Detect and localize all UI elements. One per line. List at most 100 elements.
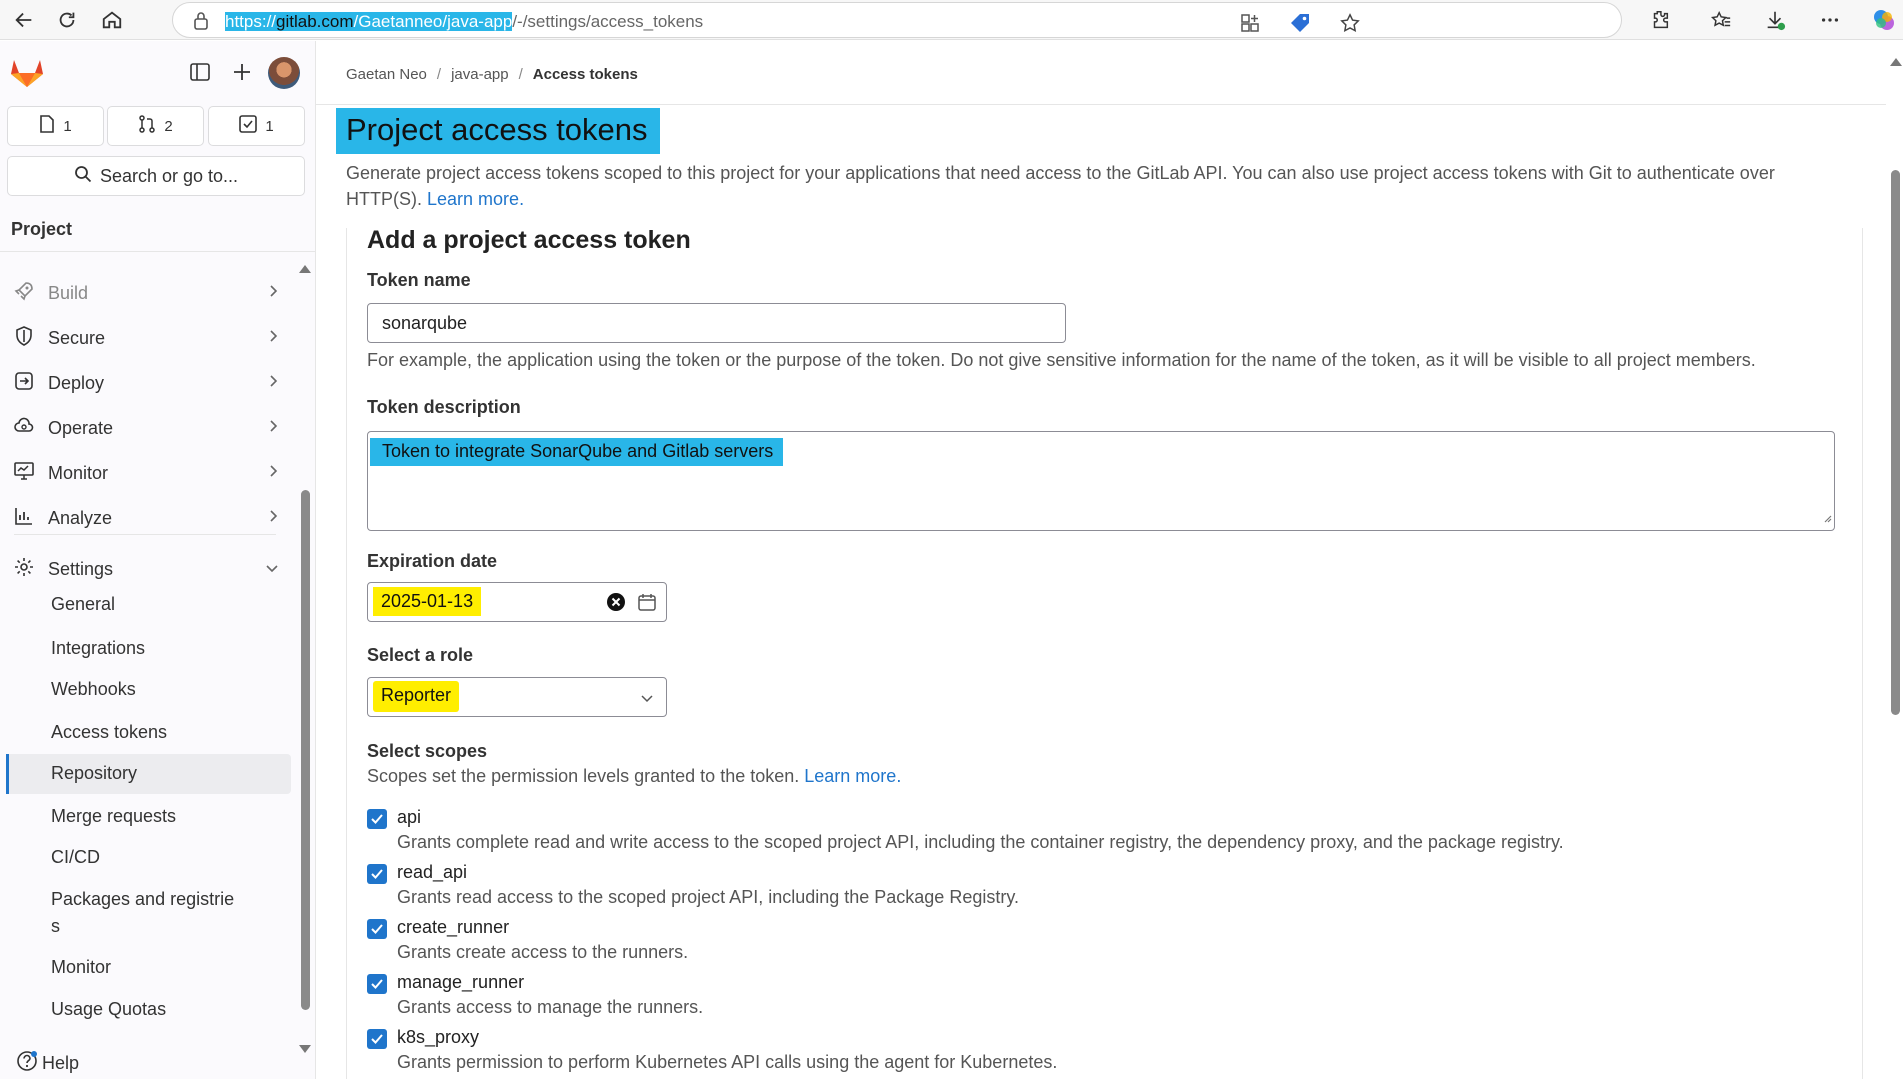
- breadcrumb-item-user[interactable]: Gaetan Neo: [346, 66, 427, 83]
- divider: [0, 251, 316, 252]
- chevron-down-icon: [264, 559, 280, 580]
- breadcrumb-item-project[interactable]: java-app: [451, 66, 509, 83]
- token-description-value: Token to integrate SonarQube and Gitlab …: [370, 438, 784, 466]
- sidebar-item-label: Packages and registrie: [51, 889, 235, 909]
- sidebar-item-label: Operate: [48, 417, 114, 438]
- sidebar-scrollbar[interactable]: [301, 490, 310, 1010]
- main-scrollbar[interactable]: [1891, 170, 1900, 715]
- sidebar-item-label: Deploy: [48, 372, 105, 393]
- scope-description: Grants access to manage the runners.: [397, 997, 704, 1017]
- sidebar-item-cicd[interactable]: CI/CD: [51, 847, 100, 868]
- merge-requests-count: 2: [164, 117, 173, 135]
- lock-icon[interactable]: [193, 11, 209, 36]
- browser-toolbar: https://gitlab.com/Gaetanneo/java-app/-/…: [0, 0, 1903, 40]
- sidebar-item-webhooks[interactable]: Webhooks: [51, 679, 136, 700]
- checkbox-checked-icon[interactable]: [367, 974, 387, 994]
- sidebar-item-analyze[interactable]: Analyze: [14, 500, 284, 536]
- active-indicator: [6, 754, 9, 794]
- issues-counter[interactable]: 1: [7, 106, 104, 146]
- sidebar-item-settings[interactable]: Settings: [14, 551, 284, 587]
- sidebar-item-general[interactable]: General: [51, 594, 115, 615]
- favorites-icon[interactable]: [1709, 8, 1733, 32]
- sidebar-item-access-tokens[interactable]: Access tokens: [51, 722, 167, 743]
- role-value: Reporter: [373, 681, 460, 712]
- sidebar-item-monitor-settings[interactable]: Monitor: [51, 957, 111, 978]
- app-available-icon[interactable]: [1238, 11, 1262, 35]
- sidebar-item-operate[interactable]: Operate: [14, 410, 284, 446]
- scope-name: manage_runner: [397, 972, 525, 992]
- breadcrumb-item-current[interactable]: Access tokens: [533, 66, 638, 83]
- chevron-right-icon: [268, 508, 280, 529]
- page-description: Generate project access tokens scoped to…: [346, 160, 1846, 212]
- resize-handle-icon[interactable]: [1822, 510, 1832, 528]
- coupon-tag-icon[interactable]: [1288, 11, 1312, 35]
- expiration-date-label: Expiration date: [367, 551, 498, 571]
- form-title: Add a project access token: [367, 226, 691, 254]
- role-label: Select a role: [367, 645, 474, 665]
- sidebar-item-monitor[interactable]: Monitor: [14, 455, 284, 491]
- todos-counter[interactable]: 1: [208, 106, 305, 146]
- rocket-icon: [14, 281, 34, 306]
- avatar[interactable]: [268, 57, 300, 89]
- breadcrumb-separator: /: [518, 66, 523, 83]
- token-description-textarea[interactable]: Token to integrate SonarQube and Gitlab …: [367, 431, 1835, 531]
- checkbox-checked-icon[interactable]: [367, 864, 387, 884]
- help-button[interactable]: Help: [16, 1050, 79, 1077]
- extensions-icon[interactable]: [1648, 8, 1672, 32]
- favorite-star-icon[interactable]: [1338, 11, 1362, 35]
- sidebar-item-usage-quotas[interactable]: Usage Quotas: [51, 999, 166, 1020]
- scope-name: create_runner: [397, 917, 510, 937]
- gitlab-logo-icon[interactable]: [10, 56, 44, 93]
- page-title: Project access tokens: [336, 108, 660, 154]
- chevron-right-icon: [268, 373, 280, 394]
- sidebar-item-label-wrap: s: [51, 916, 60, 936]
- sidebar-item-integrations[interactable]: Integrations: [51, 638, 145, 659]
- sidebar-item-secure[interactable]: Secure: [14, 320, 284, 356]
- learn-more-link[interactable]: Learn more.: [427, 189, 524, 209]
- token-name-help: For example, the application using the t…: [367, 350, 1756, 370]
- chart-icon: [14, 506, 34, 531]
- address-bar[interactable]: https://gitlab.com/Gaetanneo/java-app/-/…: [172, 2, 1622, 38]
- chevron-right-icon: [268, 283, 280, 304]
- expiration-date-input[interactable]: 2025-01-13: [367, 582, 667, 622]
- search-button[interactable]: Search or go to...: [7, 156, 305, 196]
- sidebar-item-repository[interactable]: Repository: [51, 763, 137, 784]
- home-icon[interactable]: [98, 6, 126, 34]
- plus-icon[interactable]: [232, 62, 252, 87]
- checkbox-checked-icon[interactable]: [367, 919, 387, 939]
- checkbox-checked-icon[interactable]: [367, 809, 387, 829]
- clear-icon[interactable]: [606, 592, 626, 617]
- page-description-text: Generate project access tokens scoped to…: [346, 163, 1775, 209]
- chevron-right-icon: [268, 418, 280, 439]
- scroll-up-icon[interactable]: [298, 261, 312, 279]
- issues-count: 1: [63, 117, 72, 135]
- sidebar-item-label: Settings: [48, 558, 114, 579]
- scroll-down-icon[interactable]: [298, 1041, 312, 1059]
- merge-requests-counter[interactable]: 2: [107, 106, 204, 146]
- token-name-input[interactable]: sonarqube: [367, 303, 1066, 343]
- scope-description: Grants complete read and write access to…: [397, 832, 1564, 852]
- downloads-icon[interactable]: [1763, 8, 1787, 32]
- refresh-icon[interactable]: [53, 6, 81, 34]
- copilot-icon[interactable]: [1872, 8, 1896, 32]
- calendar-icon[interactable]: [637, 592, 657, 617]
- chevron-down-icon: [640, 691, 654, 709]
- search-icon: [74, 165, 92, 188]
- issues-icon: [39, 115, 55, 137]
- sidebar-item-build[interactable]: Build: [14, 275, 284, 311]
- back-icon[interactable]: [10, 6, 38, 34]
- scope-description: Grants permission to perform Kubernetes …: [397, 1052, 1058, 1072]
- sidebar-item-deploy[interactable]: Deploy: [14, 365, 284, 401]
- role-select[interactable]: Reporter: [367, 677, 667, 717]
- toggle-sidebar-icon[interactable]: [190, 63, 210, 86]
- scroll-up-icon[interactable]: [1889, 54, 1903, 72]
- sidebar-item-merge-requests[interactable]: Merge requests: [51, 806, 176, 827]
- scopes-learn-more-link[interactable]: Learn more.: [804, 766, 901, 786]
- checkbox-checked-icon[interactable]: [367, 1029, 387, 1049]
- sidebar: 1 2 1 Search or go to... Project Build S…: [0, 41, 316, 1079]
- sidebar-item-label: Monitor: [48, 462, 109, 483]
- token-name-label: Token name: [367, 270, 471, 290]
- more-menu-icon[interactable]: [1818, 8, 1842, 32]
- scopes-help-text: Scopes set the permission levels granted…: [367, 766, 800, 786]
- sidebar-item-packages[interactable]: Packages and registrie s: [51, 889, 234, 937]
